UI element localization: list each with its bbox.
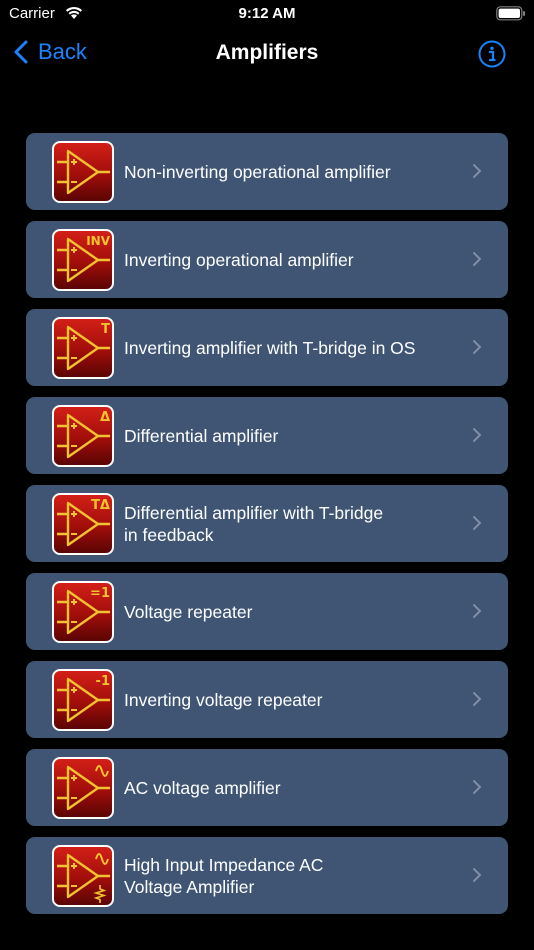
list-item-inverting-amplifier[interactable]: INV Inverting operational amplifier [26,221,508,298]
chevron-right-icon [473,604,482,618]
list-item-ac-voltage-amplifier[interactable]: AC voltage amplifier [26,749,508,826]
info-icon[interactable] [478,40,506,68]
amplifier-list: Non-inverting operational amplifier INV … [26,133,508,925]
clock: 9:12 AM [238,5,296,22]
chevron-right-icon [473,340,482,354]
list-item-voltage-repeater[interactable]: =1 Voltage repeater [26,573,508,650]
op-amp-delta-icon: Δ [52,405,114,467]
list-item-differential-amplifier[interactable]: Δ Differential amplifier [26,397,508,474]
list-item-label: Differential amplifier with T-bridge in … [124,502,384,545]
list-item-inverting-t-bridge[interactable]: T Inverting amplifier with T-bridge in O… [26,309,508,386]
list-item-label: Non-inverting operational amplifier [124,161,391,182]
op-amp-ac-icon [52,757,114,819]
chevron-right-icon [473,692,482,706]
status-bar: Carrier 9:12 AM [0,0,534,28]
icon-badge: Δ [100,410,110,425]
navigation-bar: Back Amplifiers [0,30,534,80]
list-item-label: Inverting amplifier with T-bridge in OS [124,337,416,358]
list-item-differential-t-bridge[interactable]: TΔ Differential amplifier with T-bridge … [26,485,508,562]
list-item-non-inverting-amplifier[interactable]: Non-inverting operational amplifier [26,133,508,210]
battery-icon [496,6,526,21]
icon-badge: INV [86,234,111,248]
chevron-right-icon [473,164,482,178]
op-amp-t-delta-icon: TΔ [52,493,114,555]
list-item-label: High Input Impedance AC Voltage Amplifie… [124,854,324,897]
list-item-label: Differential amplifier [124,425,279,446]
op-amp-icon [52,141,114,203]
list-item-inverting-voltage-repeater[interactable]: -1 Inverting voltage repeater [26,661,508,738]
chevron-right-icon [473,868,482,882]
list-item-label: Inverting operational amplifier [124,249,354,270]
icon-badge: T [101,322,110,337]
page-title: Amplifiers [215,41,319,64]
icon-badge: -1 [96,674,110,689]
chevron-right-icon [473,516,482,530]
op-amp-t-bridge-icon: T [52,317,114,379]
icon-badge: =1 [90,586,110,601]
list-item-label: Voltage repeater [124,601,253,622]
op-amp-inv-icon: INV [52,229,114,291]
chevron-right-icon [473,780,482,794]
list-item-label: Inverting voltage repeater [124,689,323,710]
op-amp-unity-icon: =1 [52,581,114,643]
icon-badge: TΔ [91,498,110,513]
chevron-right-icon [473,428,482,442]
op-amp-minus-one-icon: -1 [52,669,114,731]
chevron-right-icon [473,252,482,266]
op-amp-ac-high-impedance-icon [52,845,114,907]
list-item-label: AC voltage amplifier [124,777,281,798]
list-item-high-impedance-ac-amplifier[interactable]: High Input Impedance AC Voltage Amplifie… [26,837,508,914]
